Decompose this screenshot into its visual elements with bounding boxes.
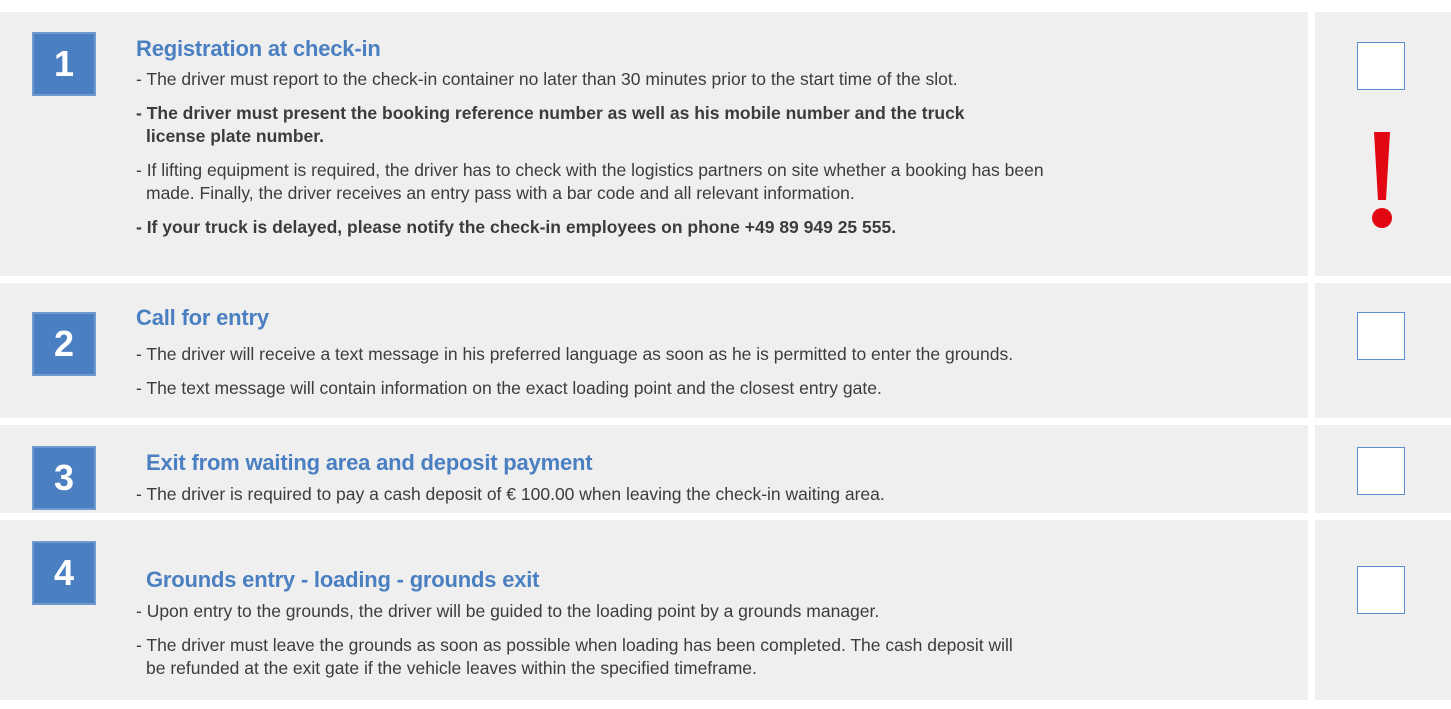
step-2-title: Call for entry (136, 305, 269, 330)
step-1-line-3: license plate number. (146, 126, 324, 146)
step-3-title: Exit from waiting area and deposit payme… (146, 450, 593, 475)
step-4-line-1: - Upon entry to the grounds, the driver … (136, 601, 880, 621)
exclamation-mark-icon (1372, 132, 1392, 228)
step-1-line-6: - If your truck is delayed, please notif… (136, 217, 897, 237)
step-3-checkbox[interactable] (1357, 447, 1405, 495)
step-1-line-5: made. Finally, the driver receives an en… (146, 183, 855, 203)
step-3-line-1: - The driver is required to pay a cash d… (136, 484, 885, 504)
step-4-line-3: be refunded at the exit gate if the vehi… (146, 658, 757, 678)
step-1-checkbox[interactable] (1357, 42, 1405, 90)
step-2-checkbox[interactable] (1357, 312, 1405, 360)
step-1-number-badge: 1 (32, 32, 96, 96)
step-3-number-badge: 3 (32, 446, 96, 510)
step-1-line-4: - If lifting equipment is required, the … (136, 160, 1044, 180)
step-2-line-2: - The text message will contain informat… (136, 378, 882, 398)
step-2-number-badge: 2 (32, 312, 96, 376)
step-4-number-badge: 4 (32, 541, 96, 605)
step-1-line-2: - The driver must present the booking re… (136, 103, 965, 123)
step-2-line-1: - The driver will receive a text message… (136, 344, 1014, 364)
step-4-title: Grounds entry - loading - grounds exit (146, 567, 540, 592)
step-4-line-2: - The driver must leave the grounds as s… (136, 635, 1013, 655)
step-1-title: Registration at check-in (136, 36, 381, 61)
step-4-checkbox[interactable] (1357, 566, 1405, 614)
step-1-line-1: - The driver must report to the check-in… (136, 69, 958, 89)
